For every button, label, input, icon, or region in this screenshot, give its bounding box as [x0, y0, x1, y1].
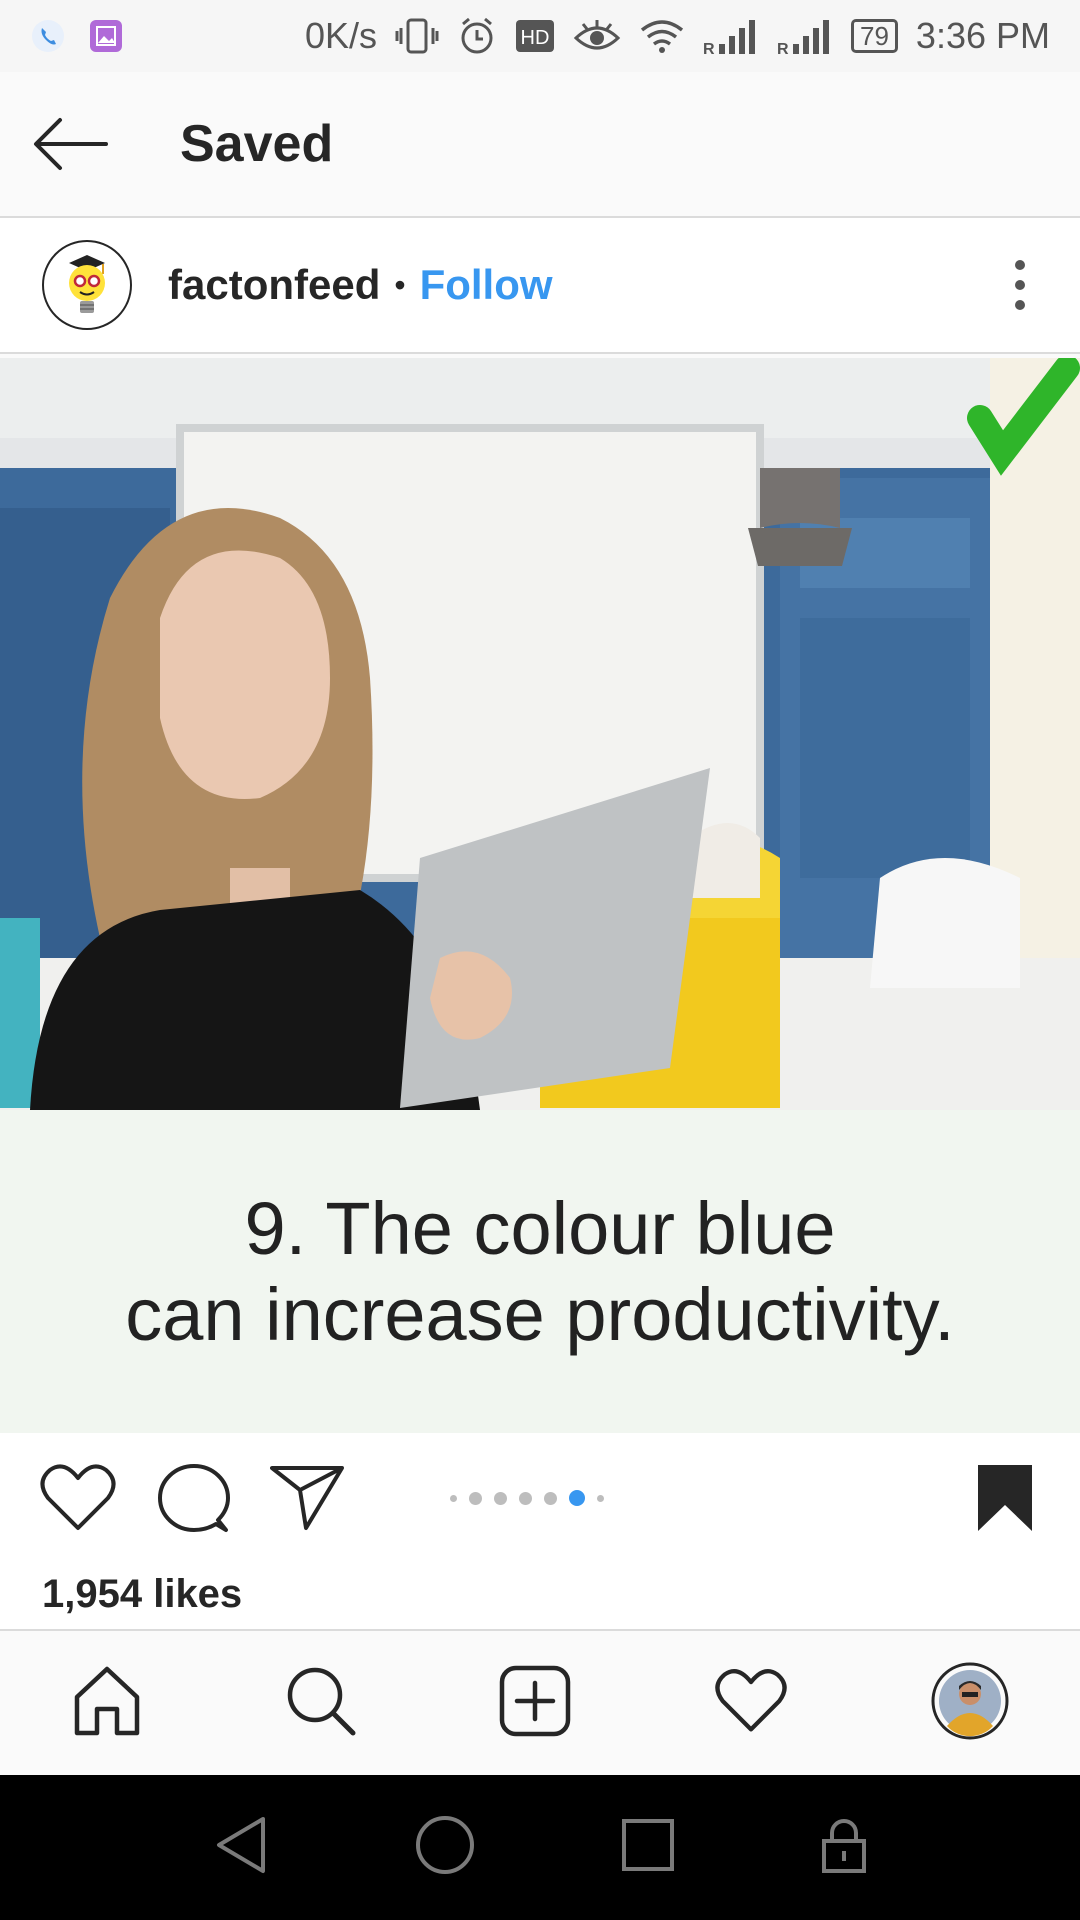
- nav-add-post[interactable]: [499, 1665, 571, 1742]
- heart-icon: [40, 1464, 116, 1530]
- top-bar: Saved: [0, 72, 1080, 218]
- nav-search[interactable]: [285, 1665, 357, 1742]
- post-photo: [0, 358, 1080, 1110]
- share-button[interactable]: [270, 1448, 344, 1548]
- comment-icon: [158, 1464, 230, 1532]
- nav-home-icon: [415, 1816, 474, 1874]
- comment-button[interactable]: [158, 1448, 230, 1548]
- screen-lock-button[interactable]: [820, 1817, 868, 1878]
- battery-icon: 79: [851, 19, 898, 53]
- search-icon: [287, 1667, 356, 1735]
- nav-home-button[interactable]: [414, 1814, 476, 1881]
- post-avatar[interactable]: [42, 240, 132, 330]
- status-bar: 0K/s HD R R 79 3:36 PM: [0, 0, 1080, 72]
- carousel-dot-active: [569, 1490, 585, 1506]
- caption-line-1: 9. The colour blue: [244, 1186, 836, 1270]
- signal-icon: R: [703, 16, 759, 56]
- lock-icon: [821, 1819, 866, 1873]
- post-header: factonfeed • Follow: [0, 218, 1080, 354]
- more-options-icon[interactable]: [1000, 240, 1040, 330]
- system-nav-bar: [0, 1775, 1080, 1920]
- nav-recents-icon: [621, 1819, 674, 1871]
- carousel-dot: [469, 1491, 482, 1505]
- svg-text:R: R: [703, 41, 715, 56]
- svg-text:HD: HD: [521, 27, 550, 49]
- home-icon: [74, 1666, 140, 1735]
- signal-icon-2: R: [777, 16, 833, 56]
- nav-home[interactable]: [71, 1665, 143, 1742]
- hd-icon: HD: [515, 18, 555, 54]
- bulb-mascot-icon: [69, 255, 105, 313]
- nav-profile[interactable]: [931, 1662, 1009, 1745]
- phone-icon: [30, 18, 66, 54]
- back-button[interactable]: [0, 71, 140, 217]
- page-title: Saved: [180, 115, 334, 173]
- post-image[interactable]: 9. The colour blue can increase producti…: [0, 358, 1080, 1433]
- likes-count[interactable]: 1,954 likes: [42, 1572, 242, 1617]
- alarm-icon: [457, 16, 497, 56]
- nav-back-icon: [216, 1817, 265, 1873]
- eye-icon: [573, 16, 621, 56]
- username-separator: •: [394, 266, 406, 303]
- nav-activity[interactable]: [713, 1667, 789, 1740]
- nav-back-button[interactable]: [213, 1815, 269, 1880]
- share-icon: [270, 1466, 344, 1530]
- clock: 3:36 PM: [915, 15, 1050, 56]
- post-username[interactable]: factonfeed: [168, 261, 380, 309]
- carousel-dot: [544, 1491, 557, 1505]
- network-speed: 0K/s: [304, 15, 377, 56]
- svg-text:R: R: [777, 41, 789, 56]
- like-button[interactable]: [38, 1448, 118, 1548]
- add-post-icon: [499, 1665, 571, 1736]
- carousel-dot: [450, 1494, 457, 1502]
- profile-avatar-icon: [931, 1662, 1009, 1739]
- carousel-dot: [597, 1494, 604, 1502]
- wifi-icon: [639, 16, 685, 56]
- back-arrow-icon: [34, 118, 108, 170]
- carousel-dot: [519, 1491, 532, 1505]
- activity-heart-icon: [715, 1668, 787, 1731]
- post-caption-image-text: 9. The colour blue can increase producti…: [0, 1110, 1080, 1433]
- gallery-icon: [88, 18, 124, 54]
- bottom-nav: [0, 1629, 1080, 1775]
- carousel-dot: [494, 1491, 507, 1505]
- caption-line-2: can increase productivity.: [125, 1272, 955, 1356]
- nav-recents-button[interactable]: [621, 1818, 675, 1877]
- vibrate-icon: [395, 16, 439, 56]
- carousel-indicator: [450, 1490, 604, 1506]
- bookmark-button[interactable]: [976, 1448, 1034, 1548]
- bookmark-icon: [978, 1465, 1032, 1531]
- follow-button[interactable]: Follow: [420, 261, 553, 309]
